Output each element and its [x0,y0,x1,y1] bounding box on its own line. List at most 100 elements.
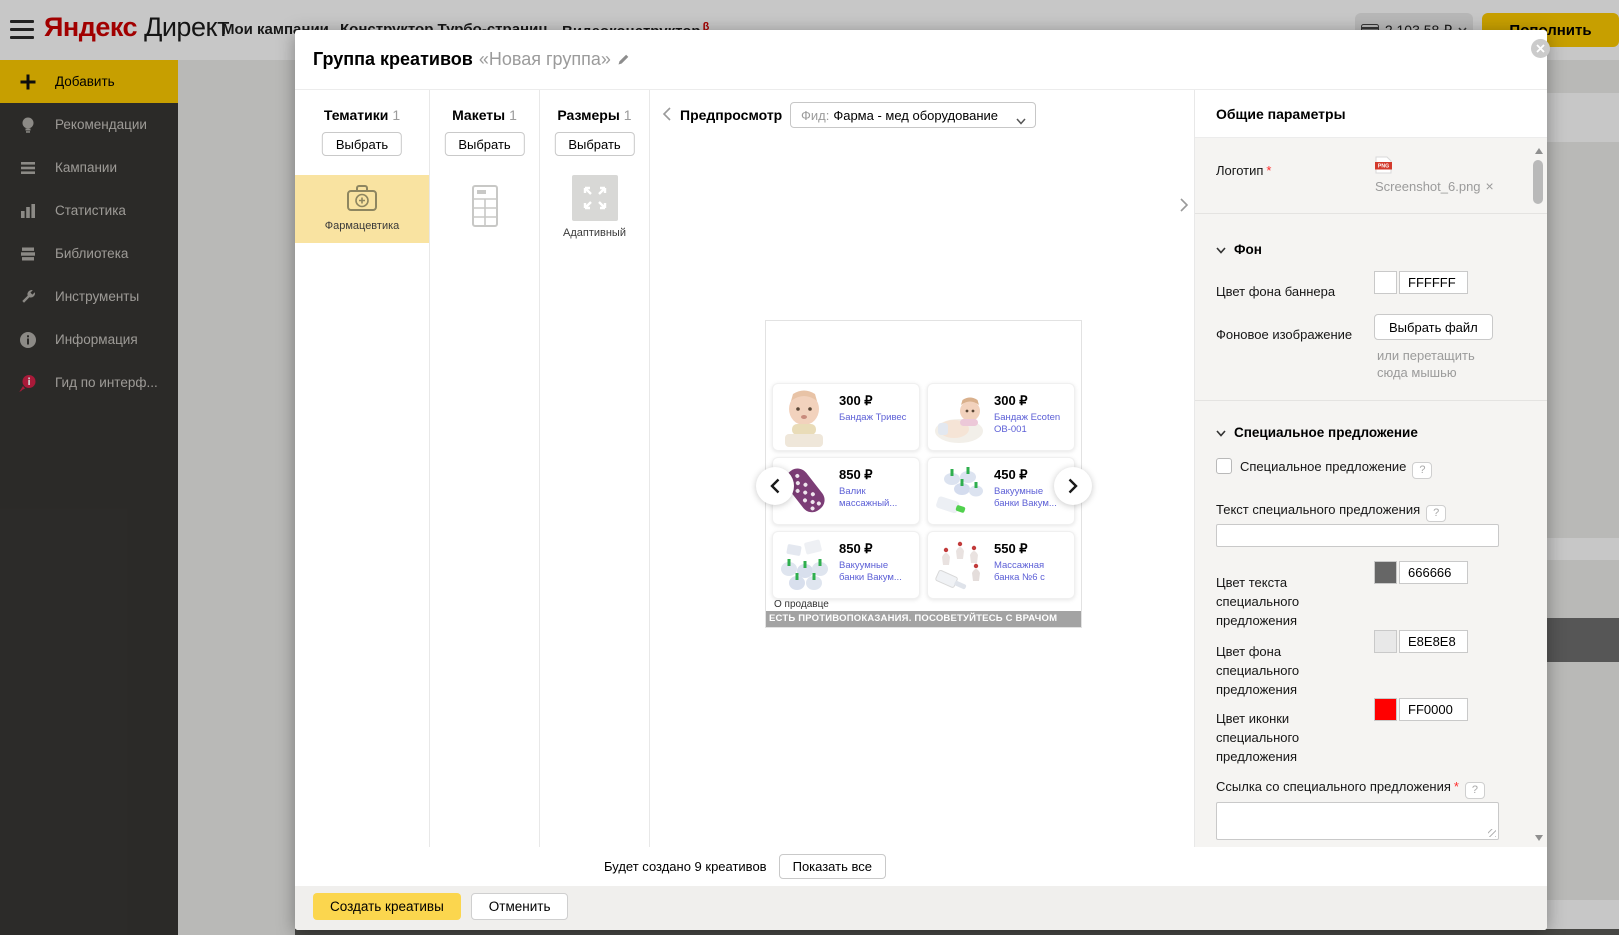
modal-title: Группа креативов «Новая группа» [313,49,630,71]
special-text-color-input[interactable]: 666666 [1399,561,1468,584]
product-name: Вакуумные банки Вакум... [839,560,902,583]
banner-color-input[interactable]: FFFFFF [1399,271,1468,294]
banner-preview: 300 ₽ Бандаж Тривес 300 ₽ Бандаж Ecoten … [756,320,1092,628]
product-image-baby-bandage [773,384,835,450]
resize-grip[interactable] [1488,829,1496,837]
modal-footer: Создать креативы Отменить [295,886,1547,930]
banner-color-label: Цвет фона баннера [1216,284,1336,299]
special-bg-color-control: E8E8E8 [1374,630,1468,653]
params-panel-header: Общие параметры [1195,90,1547,138]
carousel-prev-button[interactable] [756,467,794,505]
product-card[interactable]: 300 ₽ Бандаж Тривес [772,383,920,451]
remove-file-icon[interactable]: × [1486,178,1494,194]
drop-hint: или перетащить сюда мышью [1377,348,1475,380]
collapse-right-icon[interactable] [1180,198,1189,217]
layout-tile[interactable] [430,185,539,232]
product-card[interactable]: 850 ₽ Валик массажный... [772,457,920,525]
product-name: Валик массажный... [839,486,898,509]
special-bg-color-input[interactable]: E8E8E8 [1399,630,1468,653]
special-text-color-control: 666666 [1374,561,1468,584]
product-card[interactable]: 450 ₽ Вакуумные банки Вакум... [927,457,1075,525]
help-icon[interactable]: ? [1426,505,1447,522]
sizes-column: Размеры 1 Выбрать Адаптивный [540,90,650,847]
theme-pharma-label: Фармацевтика [324,220,400,232]
feed-select[interactable]: Фид: Фарма - мед оборудование [790,102,1036,128]
scroll-up-icon[interactable] [1535,148,1543,154]
special-offer-checkbox-row: Специальное предложение? [1216,458,1433,479]
layouts-count: 1 [509,107,517,123]
product-price: 300 ₽ [994,393,1028,408]
params-panel-body: Логотип * PNG Screenshot_6.png × Фон Цве… [1195,138,1547,847]
special-section-header[interactable]: Специальное предложение [1216,425,1418,440]
product-card[interactable]: 300 ₽ Бандаж Ecoten OB-001 [927,383,1075,451]
special-icon-color-label: Цвет иконки специального предложения [1216,711,1300,764]
product-price: 850 ₽ [839,467,873,482]
chevron-down-icon [1216,242,1226,257]
special-offer-checkbox[interactable] [1216,458,1232,474]
section-divider [1195,400,1547,401]
product-image-vacuum-cups-set [773,532,835,598]
product-card[interactable]: 550 ₽ Массажная банка №6 с [927,531,1075,599]
special-bg-color-swatch[interactable] [1374,630,1397,653]
preview-title: Предпросмотр [680,107,783,123]
size-adaptive-tile[interactable]: Адаптивный [540,175,649,239]
help-icon[interactable]: ? [1464,782,1485,799]
cancel-button[interactable]: Отменить [470,893,569,920]
background-section-header[interactable]: Фон [1216,242,1262,257]
special-text-color-swatch[interactable] [1374,561,1397,584]
special-link-label: Ссылка со специального предложения *? [1216,779,1485,799]
product-price: 550 ₽ [994,541,1028,556]
product-price: 300 ₽ [839,393,873,408]
scrollbar-thumb[interactable] [1533,160,1543,204]
disclaimer-bar: ЕСТЬ ПРОТИВОПОКАЗАНИЯ. ПОСОВЕТУЙТЕСЬ С В… [766,611,1081,627]
logo-file: PNG Screenshot_6.png × [1375,156,1494,194]
svg-text:PNG: PNG [1378,164,1389,170]
themes-select-button[interactable]: Выбрать [321,132,403,156]
layout-wireframe-icon [471,185,498,227]
edit-pencil-icon[interactable] [617,50,630,70]
product-image-baby-collar [928,384,990,450]
collapse-left-icon[interactable] [662,107,671,126]
panel-scrollbar [1533,148,1544,841]
png-file-icon: PNG [1375,156,1392,174]
required-mark: * [1266,163,1272,178]
expand-arrows-icon [583,186,606,210]
special-text-input[interactable] [1216,524,1499,547]
carousel-next-button[interactable] [1054,467,1092,505]
layouts-select-button[interactable]: Выбрать [444,132,525,156]
special-bg-color-label: Цвет фона специального предложения [1216,644,1300,697]
banner-color-control: FFFFFF [1374,271,1468,294]
show-all-button[interactable]: Показать все [778,854,886,879]
product-cards-grid: 300 ₽ Бандаж Тривес 300 ₽ Бандаж Ecoten … [772,383,1077,599]
layouts-header: Макеты 1 [452,107,517,123]
special-icon-color-swatch[interactable] [1374,698,1397,721]
size-adaptive-label: Адаптивный [563,227,626,239]
theme-pharma-tile[interactable]: Фармацевтика [295,175,429,243]
bg-image-label: Фоновое изображение [1216,327,1353,342]
product-image-massage-cup-pump [928,532,990,598]
sizes-select-button[interactable]: Выбрать [554,132,635,156]
banner-color-swatch[interactable] [1374,271,1397,294]
layouts-column: Макеты 1 Выбрать [430,90,540,847]
screen: Яндекс Директ Мои кампании Конструктор Т… [0,0,1619,935]
special-icon-color-input[interactable]: FF0000 [1399,698,1468,721]
create-creatives-button[interactable]: Создать креативы [313,893,461,920]
seller-link[interactable]: О продавце [774,599,829,610]
close-icon[interactable] [1531,39,1550,58]
chevron-down-icon [1216,425,1226,440]
sizes-header: Размеры 1 [557,107,632,123]
special-text-label: Текст специального предложения? [1216,502,1447,522]
themes-header: Тематики 1 [323,107,401,123]
help-icon[interactable]: ? [1412,462,1433,479]
modal-body: Тематики1 Выбрать Фармацевтика Макеты1 [295,90,1547,847]
modal-header: Группа креативов «Новая группа» [295,30,1547,90]
product-price: 850 ₽ [839,541,873,556]
special-link-input[interactable] [1216,802,1499,840]
special-icon-color-control: FF0000 [1374,698,1468,721]
general-params-panel: Общие параметры Логотип* PNG Screenshot [1195,90,1547,847]
section-divider [1195,213,1547,214]
themes-column: Тематики 1 Выбрать Фармацевтика [295,90,430,847]
product-card[interactable]: 850 ₽ Вакуумные банки Вакум... [772,531,920,599]
scroll-down-icon[interactable] [1535,835,1543,841]
choose-file-button[interactable]: Выбрать файл [1374,314,1493,340]
